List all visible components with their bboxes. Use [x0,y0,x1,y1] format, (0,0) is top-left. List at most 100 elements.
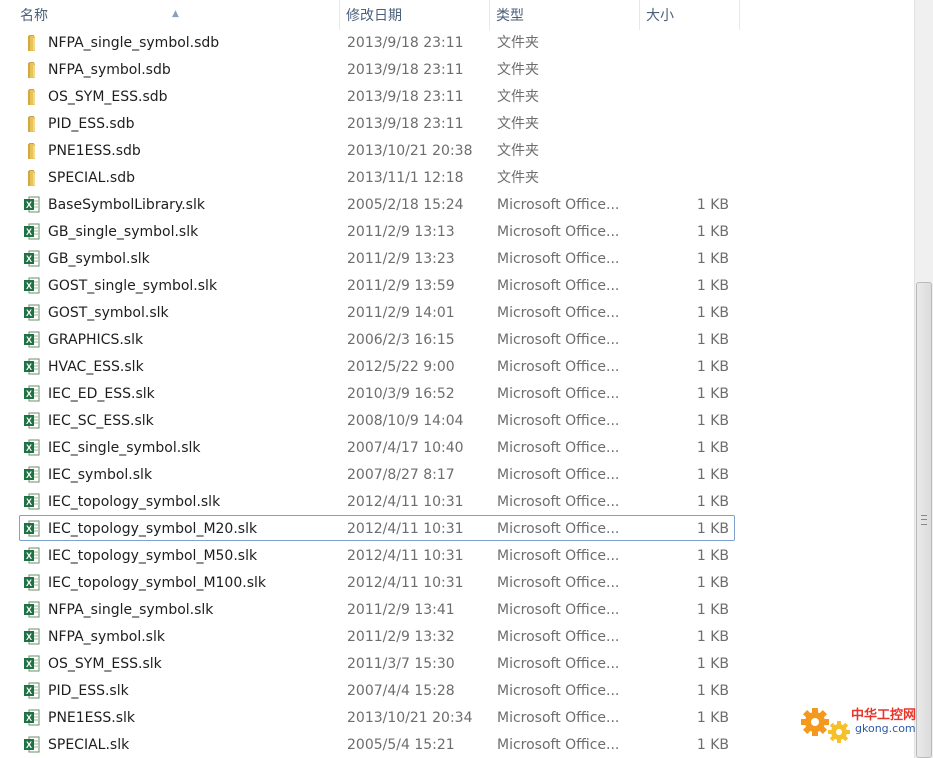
file-name: PID_ESS.sdb [48,116,135,132]
excel-file-icon: X [24,304,40,321]
file-date: 2013/10/21 20:38 [347,143,473,159]
file-date: 2013/9/18 23:11 [347,35,464,51]
svg-text:X: X [26,659,32,669]
file-row[interactable]: X IEC_single_symbol.slk 2007/4/17 10:40 Mic… [19,434,735,460]
column-header-type[interactable]: 类型 [490,0,640,30]
file-row[interactable]: X IEC_topology_symbol_M100.slk 2012/4/11 1… [19,569,735,595]
file-name: IEC_symbol.slk [48,467,153,483]
file-row[interactable]: NFPA_single_symbol.sdb 2013/9/18 23:11 文件夹 [19,29,735,55]
column-header-size[interactable]: 大小 [640,0,740,30]
file-name: NFPA_single_symbol.sdb [48,35,220,51]
file-date: 2013/10/21 20:34 [347,710,473,726]
file-row[interactable]: X IEC_topology_symbol_M20.slk 2012/4/11 10… [19,515,735,541]
column-header-date[interactable]: 修改日期 [340,0,490,30]
column-header-name[interactable]: 名称 ▲ [0,0,340,30]
file-row[interactable]: SPECIAL.sdb 2013/11/1 12:18 文件夹 [19,164,735,190]
file-date: 2012/4/11 10:31 [347,494,464,510]
file-type: Microsoft Office... [497,683,620,699]
file-date: 2010/3/9 16:52 [347,386,455,402]
file-row[interactable]: PID_ESS.sdb 2013/9/18 23:11 文件夹 [19,110,735,136]
excel-file-icon: X [24,223,40,240]
file-name: GRAPHICS.slk [48,332,144,348]
file-size: 1 KB [696,602,729,618]
file-row[interactable]: X NFPA_single_symbol.slk 2011/2/9 13:41 Mic… [19,596,735,622]
file-name: GOST_single_symbol.slk [48,278,218,294]
file-row[interactable]: X NFPA_symbol.slk 2011/2/9 13:32 Microsoft … [19,623,735,649]
column-header-date-label: 修改日期 [346,8,402,24]
file-name: NFPA_single_symbol.slk [48,602,214,618]
file-date: 2011/2/9 13:23 [347,251,455,267]
file-name: IEC_topology_symbol_M100.slk [48,575,266,591]
file-size: 1 KB [696,224,729,240]
svg-text:X: X [26,389,32,399]
file-row[interactable]: PNE1ESS.sdb 2013/10/21 20:38 文件夹 [19,137,735,163]
svg-text:X: X [26,578,32,588]
file-row[interactable]: X IEC_topology_symbol.slk 2012/4/11 10:31 M… [19,488,735,514]
file-row[interactable]: X IEC_SC_ESS.slk 2008/10/9 14:04 Microsoft … [19,407,735,433]
file-row[interactable]: X GB_symbol.slk 2011/2/9 13:23 Microsoft Of… [19,245,735,271]
scrollbar-grip-icon [921,515,927,525]
svg-text:X: X [26,362,32,372]
excel-file-icon: X [24,277,40,294]
file-type: Microsoft Office... [497,548,620,564]
file-type: Microsoft Office... [497,467,620,483]
file-row[interactable]: NFPA_symbol.sdb 2013/9/18 23:11 文件夹 [19,56,735,82]
scrollbar-thumb[interactable] [916,282,932,758]
file-type: Microsoft Office... [497,251,620,267]
svg-text:X: X [26,443,32,453]
file-name: PNE1ESS.slk [48,710,136,726]
file-size: 1 KB [696,521,729,537]
file-name: SPECIAL.slk [48,737,130,753]
file-row[interactable]: X GOST_single_symbol.slk 2011/2/9 13:59 Mic… [19,272,735,298]
file-row[interactable]: X IEC_ED_ESS.slk 2010/3/9 16:52 Microsoft O… [19,380,735,406]
file-name: IEC_SC_ESS.slk [48,413,154,429]
file-row[interactable]: X IEC_topology_symbol_M50.slk 2012/4/11 10… [19,542,735,568]
file-date: 2012/4/11 10:31 [347,521,464,537]
file-date: 2005/5/4 15:21 [347,737,455,753]
svg-text:X: X [26,632,32,642]
file-type: Microsoft Office... [497,440,620,456]
excel-file-icon: X [24,628,40,645]
file-size: 1 KB [696,197,729,213]
excel-file-icon: X [24,547,40,564]
file-row[interactable]: X PNE1ESS.slk 2013/10/21 20:34 Microsoft Of… [19,704,735,730]
file-type: 文件夹 [497,89,539,105]
file-name: NFPA_symbol.sdb [48,62,171,78]
file-row[interactable]: X SPECIAL.slk 2005/5/4 15:21 Microsoft Offi… [19,731,735,757]
file-row[interactable]: X IEC_symbol.slk 2007/8/27 8:17 Microsoft O… [19,461,735,487]
file-name: PID_ESS.slk [48,683,129,699]
file-size: 1 KB [696,629,729,645]
sort-ascending-icon: ▲ [172,9,179,19]
file-row[interactable]: X PID_ESS.slk 2007/4/4 15:28 Microsoft Offi… [19,677,735,703]
file-name: OS_SYM_ESS.sdb [48,89,168,105]
excel-file-icon: X [24,655,40,672]
file-date: 2012/5/22 9:00 [347,359,455,375]
file-row[interactable]: OS_SYM_ESS.sdb 2013/9/18 23:11 文件夹 [19,83,735,109]
file-date: 2011/2/9 13:41 [347,602,455,618]
file-type: 文件夹 [497,170,539,186]
vertical-scrollbar[interactable] [914,0,933,758]
file-date: 2007/4/17 10:40 [347,440,464,456]
svg-text:X: X [26,686,32,696]
file-row[interactable]: X HVAC_ESS.slk 2012/5/22 9:00 Microsoft Off… [19,353,735,379]
file-row[interactable]: X OS_SYM_ESS.slk 2011/3/7 15:30 Microsoft O… [19,650,735,676]
file-type: Microsoft Office... [497,521,620,537]
file-date: 2011/2/9 13:13 [347,224,455,240]
column-header-name-label: 名称 [20,8,48,24]
svg-text:X: X [26,308,32,318]
file-date: 2012/4/11 10:31 [347,548,464,564]
file-row[interactable]: X BaseSymbolLibrary.slk 2005/2/18 15:24 Mic… [19,191,735,217]
svg-text:X: X [26,227,32,237]
file-name: SPECIAL.sdb [48,170,135,186]
file-row[interactable]: X GB_single_symbol.slk 2011/2/9 13:13 Micro… [19,218,735,244]
column-header-bar: 名称 ▲ 修改日期 类型 大小 [0,0,914,30]
file-size: 1 KB [696,710,729,726]
file-row[interactable]: X GOST_symbol.slk 2011/2/9 14:01 Microsoft … [19,299,735,325]
file-type: Microsoft Office... [497,602,620,618]
excel-file-icon: X [24,439,40,456]
file-date: 2005/2/18 15:24 [347,197,464,213]
file-date: 2013/9/18 23:11 [347,62,464,78]
file-row[interactable]: X GRAPHICS.slk 2006/2/3 16:15 Microsoft Off… [19,326,735,352]
file-date: 2013/9/18 23:11 [347,89,464,105]
excel-file-icon: X [24,250,40,267]
